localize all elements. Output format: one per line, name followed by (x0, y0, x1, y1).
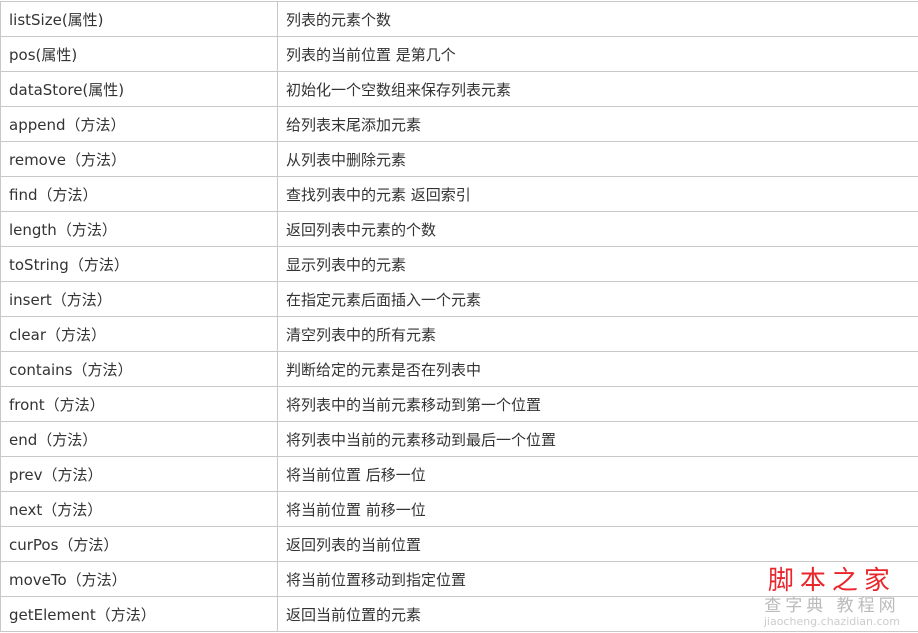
table-row: find（方法） 查找列表中的元素 返回索引 (0, 176, 918, 212)
member-description: 列表的当前位置 是第几个 (277, 36, 918, 72)
member-description: 初始化一个空数组来保存列表元素 (277, 71, 918, 107)
member-name: pos(属性) (0, 36, 278, 72)
table-row: toString（方法） 显示列表中的元素 (0, 246, 918, 282)
member-description: 将当前位置 后移一位 (277, 456, 918, 492)
table-row: listSize(属性) 列表的元素个数 (0, 1, 918, 37)
member-name: end（方法） (0, 421, 278, 457)
table-row: next（方法） 将当前位置 前移一位 (0, 491, 918, 527)
member-name: insert（方法） (0, 281, 278, 317)
table-row: front（方法） 将列表中的当前元素移动到第一个位置 (0, 386, 918, 422)
table-row: prev（方法） 将当前位置 后移一位 (0, 456, 918, 492)
member-description: 在指定元素后面插入一个元素 (277, 281, 918, 317)
member-name: contains（方法） (0, 351, 278, 387)
table-row: moveTo（方法） 将当前位置移动到指定位置 (0, 561, 918, 597)
table-row: pos(属性) 列表的当前位置 是第几个 (0, 36, 918, 72)
table-row: insert（方法） 在指定元素后面插入一个元素 (0, 281, 918, 317)
member-name: length（方法） (0, 211, 278, 247)
member-description: 返回列表中元素的个数 (277, 211, 918, 247)
list-api-table: listSize(属性) 列表的元素个数 pos(属性) 列表的当前位置 是第几个 da… (0, 1, 918, 632)
member-description: 将当前位置移动到指定位置 (277, 561, 918, 597)
member-description: 判断给定的元素是否在列表中 (277, 351, 918, 387)
member-description: 将当前位置 前移一位 (277, 491, 918, 527)
table-row: curPos（方法） 返回列表的当前位置 (0, 526, 918, 562)
member-description: 查找列表中的元素 返回索引 (277, 176, 918, 212)
member-name: prev（方法） (0, 456, 278, 492)
member-name: listSize(属性) (0, 1, 278, 37)
member-name: curPos（方法） (0, 526, 278, 562)
member-name: front（方法） (0, 386, 278, 422)
member-description: 返回列表的当前位置 (277, 526, 918, 562)
table-row: getElement（方法） 返回当前位置的元素 (0, 596, 918, 632)
member-name: clear（方法） (0, 316, 278, 352)
table-row: length（方法） 返回列表中元素的个数 (0, 211, 918, 247)
member-name: dataStore(属性) (0, 71, 278, 107)
member-description: 将列表中当前的元素移动到最后一个位置 (277, 421, 918, 457)
member-name: moveTo（方法） (0, 561, 278, 597)
table-row: contains（方法） 判断给定的元素是否在列表中 (0, 351, 918, 387)
member-description: 显示列表中的元素 (277, 246, 918, 282)
table-row: remove（方法） 从列表中删除元素 (0, 141, 918, 177)
member-name: remove（方法） (0, 141, 278, 177)
member-description: 返回当前位置的元素 (277, 596, 918, 632)
member-description: 将列表中的当前元素移动到第一个位置 (277, 386, 918, 422)
table-row: end（方法） 将列表中当前的元素移动到最后一个位置 (0, 421, 918, 457)
member-description: 列表的元素个数 (277, 1, 918, 37)
member-name: append（方法） (0, 106, 278, 142)
member-name: next（方法） (0, 491, 278, 527)
member-description: 给列表末尾添加元素 (277, 106, 918, 142)
member-name: toString（方法） (0, 246, 278, 282)
table-row: clear（方法） 清空列表中的所有元素 (0, 316, 918, 352)
member-description: 从列表中删除元素 (277, 141, 918, 177)
table-row: dataStore(属性) 初始化一个空数组来保存列表元素 (0, 71, 918, 107)
member-description: 清空列表中的所有元素 (277, 316, 918, 352)
table-row: append（方法） 给列表末尾添加元素 (0, 106, 918, 142)
member-name: getElement（方法） (0, 596, 278, 632)
member-name: find（方法） (0, 176, 278, 212)
